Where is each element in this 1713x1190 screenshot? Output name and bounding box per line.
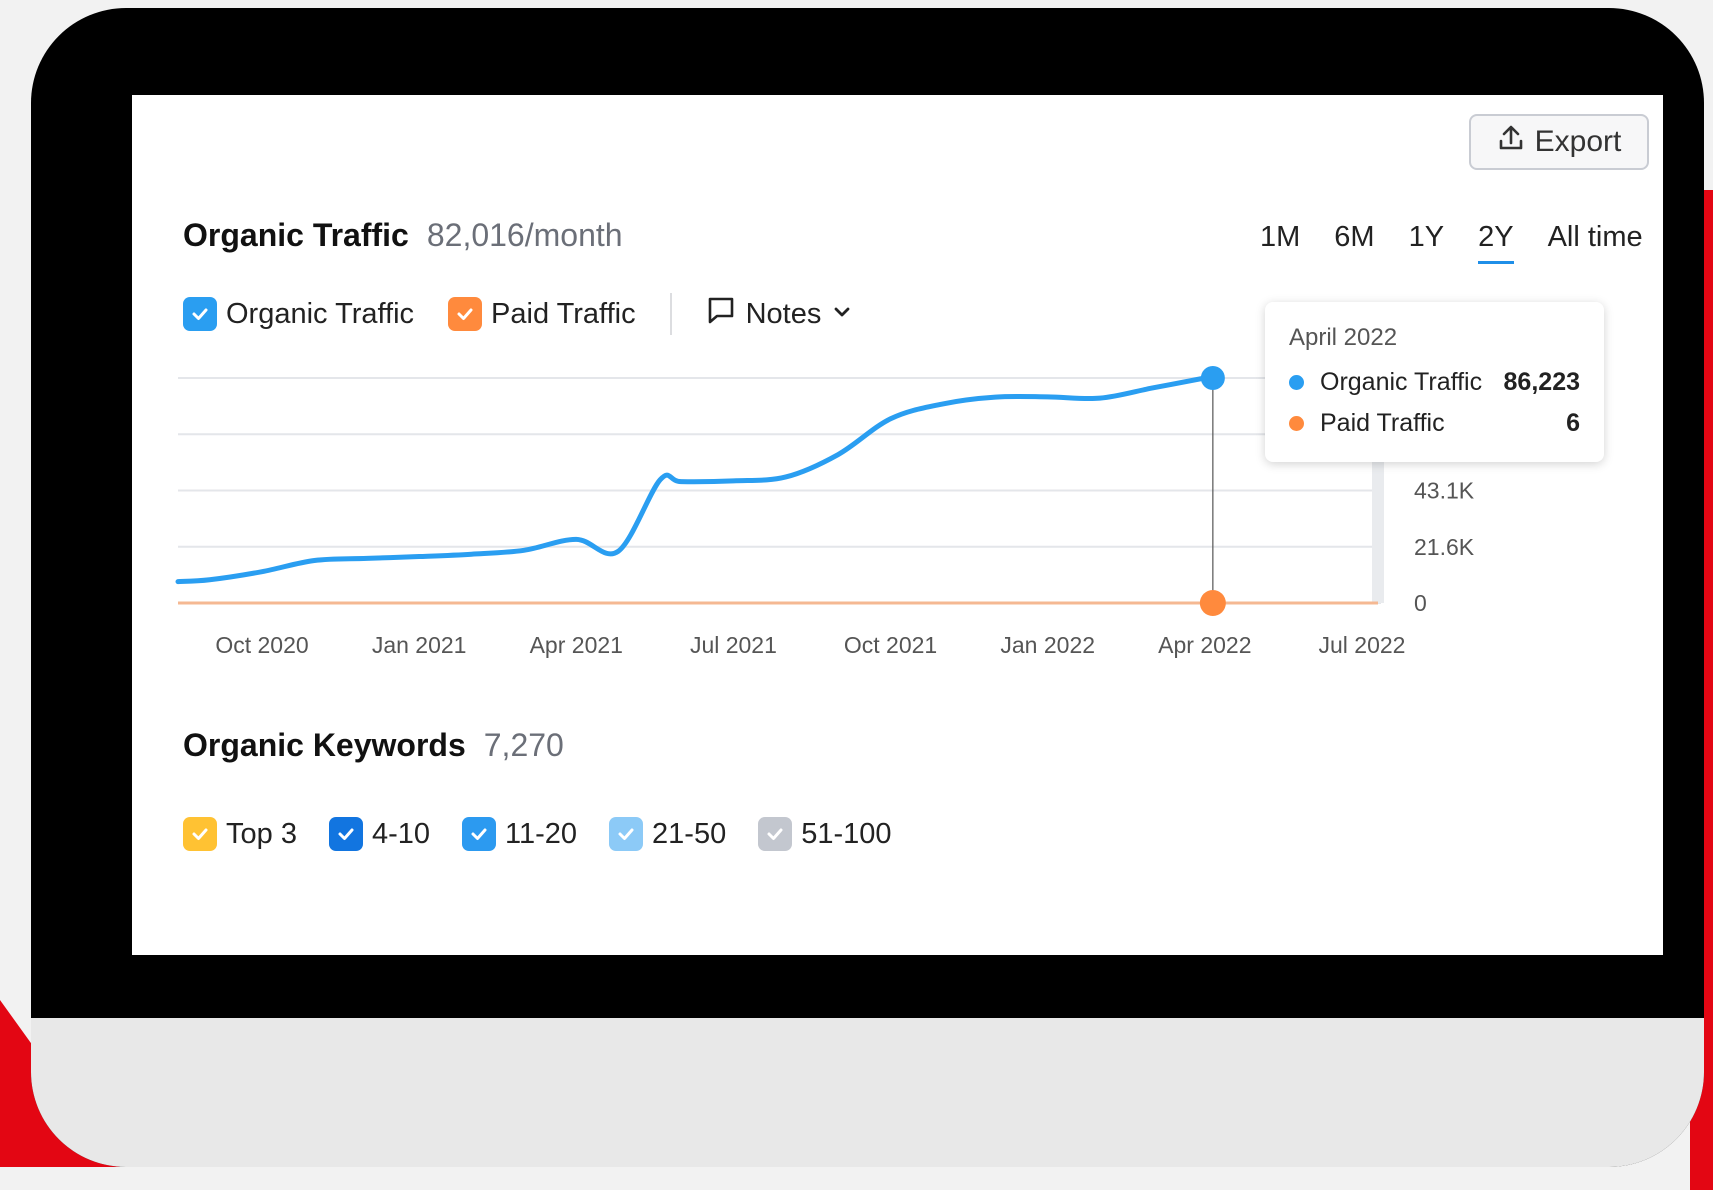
checkbox-icon bbox=[328, 817, 363, 851]
traffic-value: 82,016/month bbox=[426, 217, 623, 253]
tooltip-row-value: 86,223 bbox=[1503, 368, 1580, 396]
paid-dot-icon bbox=[1289, 416, 1304, 431]
x-tick-label: Jul 2022 bbox=[1319, 632, 1406, 658]
legend-label: Organic Traffic bbox=[226, 297, 415, 330]
tooltip-row-name: Organic Traffic bbox=[1320, 368, 1483, 396]
monitor-chin bbox=[31, 1018, 1704, 1167]
legend-label: 11-20 bbox=[505, 817, 578, 850]
notes-label: Notes bbox=[745, 297, 822, 330]
chevron-down-icon bbox=[831, 298, 853, 331]
traffic-header: Organic Traffic 82,016/month bbox=[183, 217, 623, 254]
export-label: Export bbox=[1534, 125, 1622, 158]
checkbox-icon bbox=[183, 817, 217, 851]
keywords-value: 7,270 bbox=[483, 727, 564, 763]
period-6m[interactable]: 6M bbox=[1334, 221, 1374, 254]
legend-label: Paid Traffic bbox=[491, 297, 636, 330]
organic-traffic-line bbox=[175, 375, 1208, 585]
x-tick-label: Oct 2020 bbox=[215, 632, 308, 658]
x-tick-label: Jul 2021 bbox=[690, 632, 777, 658]
tooltip-row-paid: Paid Traffic 6 bbox=[1289, 409, 1580, 438]
legend-organic-traffic[interactable]: Organic Traffic bbox=[183, 297, 414, 331]
comment-icon bbox=[706, 295, 736, 333]
export-button[interactable]: Export bbox=[1469, 114, 1649, 170]
legend-21-50[interactable]: 21-50 bbox=[609, 817, 726, 851]
period-selector: 1M 6M 1Y 2Y All time bbox=[1260, 221, 1643, 264]
period-1y[interactable]: 1Y bbox=[1409, 221, 1444, 254]
checkbox-icon bbox=[183, 297, 217, 331]
x-tick-label: Apr 2022 bbox=[1158, 632, 1251, 658]
y-tick-label: 43.1K bbox=[1414, 478, 1475, 504]
legend-51-100[interactable]: 51-100 bbox=[758, 817, 892, 851]
legend-label: 4-10 bbox=[371, 817, 430, 850]
tooltip-row-value: 6 bbox=[1566, 409, 1580, 437]
checkbox-icon bbox=[609, 817, 644, 851]
x-tick-label: Jan 2022 bbox=[1000, 632, 1095, 658]
keywords-title: Organic Keywords bbox=[183, 727, 466, 763]
paid-hover-marker bbox=[1199, 590, 1226, 616]
chart-tooltip: April 2022 Organic Traffic 86,223 Paid T… bbox=[1265, 302, 1604, 462]
traffic-legend: Organic Traffic Paid Traffic Notes bbox=[183, 293, 853, 335]
keywords-legend: Top 3 4-10 11-20 21-50 51-100 bbox=[183, 817, 924, 851]
legend-divider bbox=[669, 293, 672, 335]
screen: 0 21.6K 43.1K Oct 2020 Jan 2021 Apr 2021 Jul 2… bbox=[132, 95, 1663, 955]
y-tick-label: 21.6K bbox=[1414, 534, 1475, 560]
checkbox-icon bbox=[448, 297, 483, 331]
monitor-frame: 0 21.6K 43.1K Oct 2020 Jan 2021 Apr 2021 Jul 2… bbox=[31, 8, 1704, 1167]
legend-top-3[interactable]: Top 3 bbox=[183, 817, 297, 851]
y-tick-label: 0 bbox=[1414, 590, 1427, 616]
legend-label: Top 3 bbox=[226, 817, 297, 850]
organic-hover-marker bbox=[1200, 366, 1225, 390]
checkbox-icon bbox=[462, 817, 496, 851]
x-tick-label: Oct 2021 bbox=[844, 632, 937, 658]
legend-label: 51-100 bbox=[801, 817, 892, 850]
tooltip-row-organic: Organic Traffic 86,223 bbox=[1289, 368, 1580, 397]
x-tick-label: Apr 2021 bbox=[530, 632, 623, 658]
tooltip-row-name: Paid Traffic bbox=[1320, 409, 1445, 437]
period-2y[interactable]: 2Y bbox=[1478, 221, 1515, 264]
legend-11-20[interactable]: 11-20 bbox=[462, 817, 577, 851]
x-tick-label: Jan 2021 bbox=[372, 632, 467, 658]
upload-icon bbox=[1497, 124, 1525, 160]
legend-paid-traffic[interactable]: Paid Traffic bbox=[448, 297, 636, 331]
keywords-header: Organic Keywords 7,270 bbox=[183, 727, 564, 764]
period-1m[interactable]: 1M bbox=[1260, 221, 1300, 254]
traffic-title: Organic Traffic bbox=[183, 217, 409, 253]
organic-dot-icon bbox=[1289, 375, 1304, 390]
tooltip-date: April 2022 bbox=[1289, 324, 1398, 351]
notes-dropdown[interactable]: Notes bbox=[706, 295, 854, 333]
checkbox-icon bbox=[758, 817, 793, 851]
period-all-time[interactable]: All time bbox=[1548, 221, 1643, 254]
legend-4-10[interactable]: 4-10 bbox=[328, 817, 430, 851]
legend-label: 21-50 bbox=[652, 817, 727, 850]
